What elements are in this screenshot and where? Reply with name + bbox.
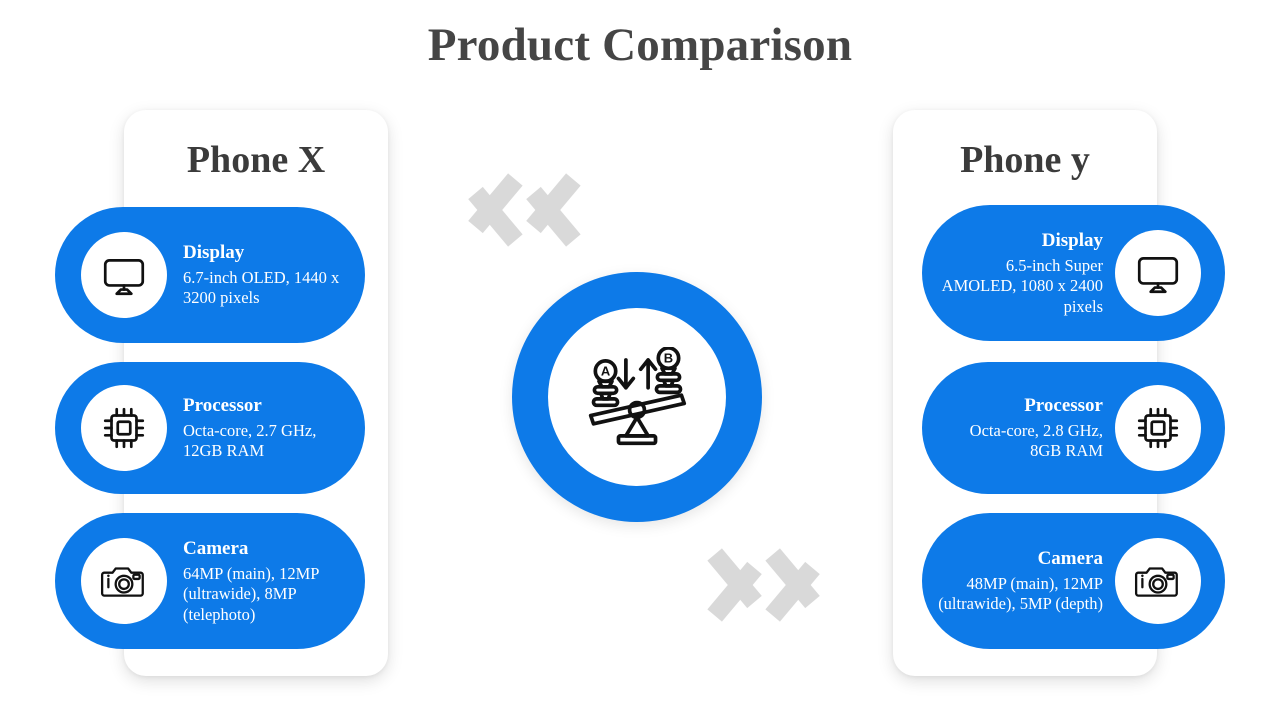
spec-label: Display xyxy=(1041,229,1103,251)
cpu-chip-icon xyxy=(81,385,167,471)
spec-row-left-camera[interactable]: Camera 64MP (main), 12MP (ultrawide), 8M… xyxy=(55,513,365,649)
balance-scale-icon: A B xyxy=(548,308,726,486)
chevron-right-2 xyxy=(784,538,842,631)
spec-value: 64MP (main), 12MP (ultrawide), 8MP (tele… xyxy=(183,563,319,624)
spec-label: Processor xyxy=(1024,395,1103,417)
spec-label: Camera xyxy=(1037,548,1103,570)
double-chevron-right-icon xyxy=(726,538,842,631)
spec-text-right-processor: Processor Octa-core, 2.8 GHz, 8GB RAM xyxy=(922,394,1115,462)
camera-icon xyxy=(1115,538,1201,624)
spec-text-right-display: Display 6.5-inch Super AMOLED, 1080 x 24… xyxy=(922,229,1115,317)
double-chevron-left-icon xyxy=(447,163,563,256)
monitor-icon xyxy=(81,232,167,318)
spec-value: 48MP (main), 12MP (ultrawide), 5MP (dept… xyxy=(938,573,1103,614)
spec-value: 6.5-inch Super AMOLED, 1080 x 2400 pixel… xyxy=(941,255,1103,316)
spec-label: Processor xyxy=(183,395,262,417)
spec-label: Camera xyxy=(183,537,249,559)
monitor-icon xyxy=(1115,230,1201,316)
spec-value: Octa-core, 2.7 GHz, 12GB RAM xyxy=(183,420,317,461)
svg-text:B: B xyxy=(664,351,673,366)
spec-value: Octa-core, 2.8 GHz, 8GB RAM xyxy=(969,420,1103,461)
spec-row-left-processor[interactable]: Processor Octa-core, 2.7 GHz, 12GB RAM xyxy=(55,362,365,494)
svg-text:A: A xyxy=(601,364,611,379)
spec-text-left-processor: Processor Octa-core, 2.7 GHz, 12GB RAM xyxy=(167,394,365,462)
spec-text-left-display: Display 6.7-inch OLED, 1440 x 3200 pixel… xyxy=(167,241,365,309)
page-title: Product Comparison xyxy=(427,19,853,71)
center-emblem: A B xyxy=(512,272,762,522)
spec-value: 6.7-inch OLED, 1440 x 3200 pixels xyxy=(183,267,340,308)
spec-row-right-processor[interactable]: Processor Octa-core, 2.8 GHz, 8GB RAM xyxy=(922,362,1225,494)
card-title-right: Phone y xyxy=(960,139,1090,181)
spec-row-left-display[interactable]: Display 6.7-inch OLED, 1440 x 3200 pixel… xyxy=(55,207,365,343)
spec-row-right-camera[interactable]: Camera 48MP (main), 12MP (ultrawide), 5M… xyxy=(922,513,1225,649)
camera-icon xyxy=(81,538,167,624)
card-title-left: Phone X xyxy=(186,139,326,181)
chevron-left-1 xyxy=(447,163,505,256)
spec-row-right-display[interactable]: Display 6.5-inch Super AMOLED, 1080 x 24… xyxy=(922,205,1225,341)
chevron-left-2 xyxy=(505,163,563,256)
slide-canvas: Product Comparison Phone X Display 6.7-i… xyxy=(0,0,1280,720)
spec-text-right-camera: Camera 48MP (main), 12MP (ultrawide), 5M… xyxy=(922,547,1115,615)
cpu-chip-icon xyxy=(1115,385,1201,471)
spec-label: Display xyxy=(183,242,245,264)
spec-text-left-camera: Camera 64MP (main), 12MP (ultrawide), 8M… xyxy=(167,537,365,625)
